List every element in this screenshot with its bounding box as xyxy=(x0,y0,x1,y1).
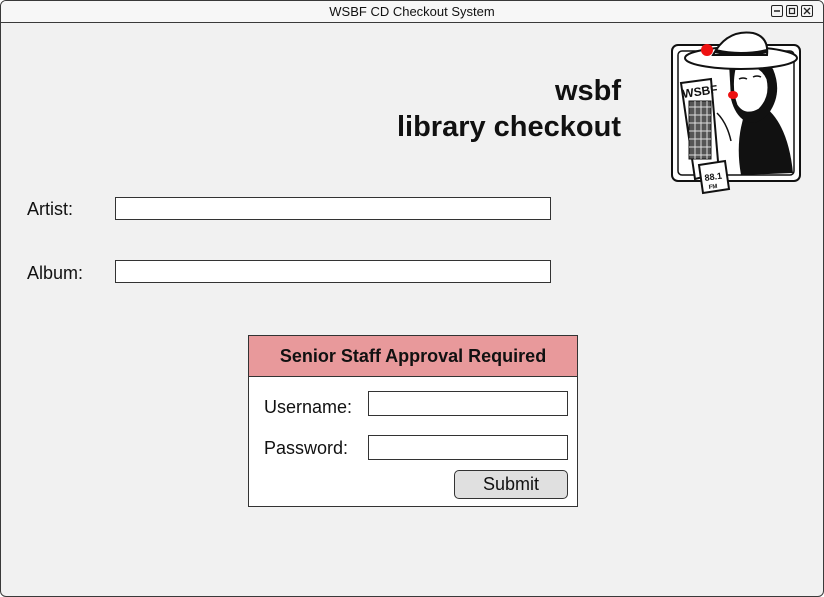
title-bar: WSBF CD Checkout System xyxy=(1,1,823,23)
app-window: WSBF CD Checkout System wsbf library che… xyxy=(0,0,824,597)
password-label: Password: xyxy=(264,438,349,458)
maximize-icon[interactable] xyxy=(786,5,798,17)
minimize-icon[interactable] xyxy=(771,5,783,17)
close-icon[interactable] xyxy=(801,5,813,17)
submit-button[interactable]: Submit xyxy=(454,470,568,499)
wsbf-logo-icon: WSBF 88.1 FM xyxy=(671,31,801,195)
album-input[interactable] xyxy=(115,260,551,283)
password-input[interactable] xyxy=(368,435,568,460)
artist-label: Artist: xyxy=(27,199,74,219)
artist-input[interactable] xyxy=(115,197,551,220)
approval-panel-title: Senior Staff Approval Required xyxy=(249,336,577,377)
album-label: Album: xyxy=(27,263,84,283)
approval-panel: Senior Staff Approval Required Username:… xyxy=(248,335,578,507)
svg-text:FM: FM xyxy=(708,184,717,191)
page-title-line2: library checkout xyxy=(396,111,621,143)
page-title-line1: wsbf xyxy=(554,75,621,107)
username-label: Username: xyxy=(264,397,353,417)
window-title: WSBF CD Checkout System xyxy=(329,4,495,19)
username-input[interactable] xyxy=(368,391,568,416)
